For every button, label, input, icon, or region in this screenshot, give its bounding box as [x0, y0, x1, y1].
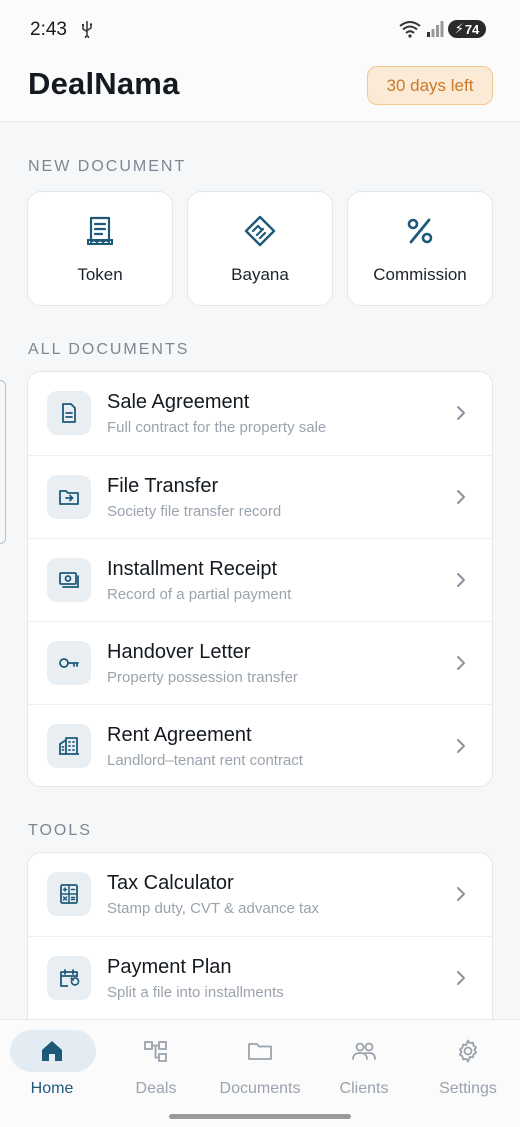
wifi-icon	[399, 21, 421, 38]
row-title: Rent Agreement	[107, 724, 252, 746]
chevron-right-icon	[457, 887, 465, 901]
row-subtitle: Record of a partial payment	[107, 586, 292, 603]
app-header: DealNama 30 days left	[0, 58, 520, 122]
row-subtitle: Society file transfer record	[107, 503, 282, 520]
tool-row-payment-plan[interactable]: Payment Plan Split a file into installme…	[28, 936, 492, 1019]
nav-label: Documents	[219, 1080, 301, 1097]
quick-action-token[interactable]: Token	[27, 191, 173, 306]
battery-indicator: ⚡ 74	[448, 20, 486, 38]
usb-icon	[82, 21, 93, 38]
section-label-tools: TOOLS	[28, 822, 92, 839]
nav-clients[interactable]: Clients	[312, 1020, 416, 1110]
home-indicator[interactable]	[169, 1114, 351, 1119]
document-icon	[62, 403, 76, 423]
nav-label: Settings	[439, 1080, 497, 1097]
cash-icon	[59, 572, 79, 588]
folder-icon	[248, 1043, 272, 1060]
document-row-file-transfer[interactable]: File Transfer Society file transfer reco…	[28, 455, 492, 538]
charging-icon: ⚡	[454, 21, 464, 36]
calculator-icon	[60, 884, 78, 904]
row-icon-bg	[47, 872, 91, 916]
nav-label: Clients	[339, 1080, 389, 1097]
row-subtitle: Stamp duty, CVT & advance tax	[107, 900, 320, 917]
documents-list: Sale Agreement Full contract for the pro…	[27, 371, 493, 787]
row-title: Handover Letter	[107, 641, 251, 663]
bottom-nav: Home Deals Documents Clients Settings	[0, 1019, 520, 1127]
key-icon	[59, 658, 79, 668]
percent-icon	[407, 218, 433, 244]
row-icon-bg	[47, 558, 91, 602]
app-title: DealNama	[28, 66, 180, 101]
nav-deals[interactable]: Deals	[104, 1020, 208, 1110]
deals-icon	[144, 1041, 167, 1062]
document-row-installment-receipt[interactable]: Installment Receipt Record of a partial …	[28, 538, 492, 621]
chevron-right-icon	[457, 656, 465, 670]
section-label-new-document: NEW DOCUMENT	[28, 158, 187, 175]
row-icon-bg	[47, 956, 91, 1000]
tools-list: Tax Calculator Stamp duty, CVT & advance…	[27, 852, 493, 1042]
quick-action-commission[interactable]: Commission	[347, 191, 493, 306]
quick-action-label: Commission	[373, 265, 467, 284]
row-title: Payment Plan	[107, 956, 232, 978]
row-title: Sale Agreement	[107, 391, 250, 413]
chevron-right-icon	[457, 490, 465, 504]
chevron-right-icon	[457, 971, 465, 985]
row-icon-bg	[47, 724, 91, 768]
row-title: Tax Calculator	[107, 872, 234, 894]
row-icon-bg	[47, 391, 91, 435]
users-icon	[352, 1042, 376, 1060]
tool-row-tax-calculator[interactable]: Tax Calculator Stamp duty, CVT & advance…	[28, 853, 492, 936]
quick-action-label: Bayana	[231, 265, 289, 284]
row-icon-bg	[47, 641, 91, 685]
status-bar: 2:43 ⚡ 74	[0, 0, 520, 58]
quick-action-bayana[interactable]: Bayana	[187, 191, 333, 306]
side-drawer-handle[interactable]	[0, 380, 6, 544]
row-subtitle: Property possession transfer	[107, 669, 298, 686]
quick-action-label: Token	[77, 265, 123, 284]
document-row-handover-letter[interactable]: Handover Letter Property possession tran…	[28, 621, 492, 704]
document-row-sale-agreement[interactable]: Sale Agreement Full contract for the pro…	[28, 372, 492, 455]
receipt-icon	[87, 216, 113, 245]
chevron-right-icon	[457, 739, 465, 753]
building-icon	[59, 737, 79, 755]
folder-transfer-icon	[59, 490, 79, 505]
chevron-right-icon	[457, 406, 465, 420]
row-subtitle: Full contract for the property sale	[107, 419, 327, 436]
signal-icon	[427, 21, 444, 37]
document-row-rent-agreement[interactable]: Rent Agreement Landlord–tenant rent cont…	[28, 704, 492, 786]
section-label-all-documents: ALL DOCUMENTS	[28, 341, 190, 358]
row-subtitle: Split a file into installments	[107, 984, 284, 1001]
nav-label: Home	[30, 1080, 74, 1097]
home-icon	[42, 1041, 62, 1061]
row-title: Installment Receipt	[107, 558, 278, 580]
nav-documents[interactable]: Documents	[208, 1020, 312, 1110]
nav-home[interactable]: Home	[0, 1020, 104, 1110]
trial-badge[interactable]: 30 days left	[367, 66, 493, 105]
chevron-right-icon	[457, 573, 465, 587]
battery-level: 74	[464, 21, 480, 37]
handshake-icon	[244, 215, 276, 247]
gear-icon	[459, 1039, 477, 1063]
nav-settings[interactable]: Settings	[416, 1020, 520, 1110]
status-time: 2:43	[30, 19, 67, 40]
calendar-icon	[60, 969, 80, 987]
nav-label: Deals	[135, 1080, 177, 1097]
row-title: File Transfer	[107, 475, 219, 497]
row-subtitle: Landlord–tenant rent contract	[107, 752, 303, 769]
row-icon-bg	[47, 475, 91, 519]
